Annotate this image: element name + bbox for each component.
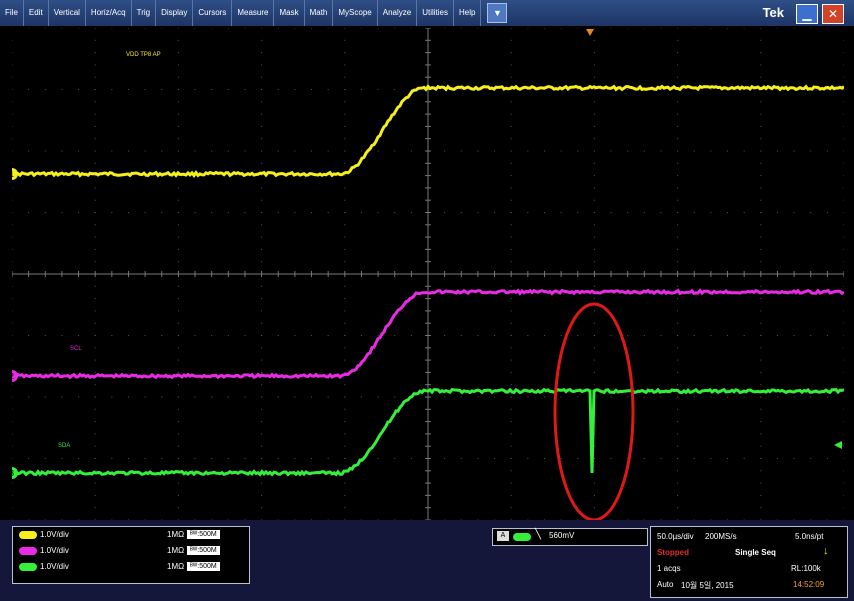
chevron-down-icon[interactable]: ▼ [487, 3, 508, 23]
ch1-impedance: 1MΩ [167, 530, 185, 539]
ch1-badge [19, 530, 37, 539]
channel-row-c3[interactable]: 1.0V/div 1MΩ ᴮᵂ:500M [19, 562, 220, 574]
trigger-source-badge [513, 533, 531, 541]
trace-ch1 [12, 84, 844, 179]
ch1-bandwidth: ᴮᵂ:500M [187, 530, 220, 539]
ch1-scale: 1.0V/div [40, 530, 69, 539]
menu-edit[interactable]: Edit [24, 0, 49, 26]
trigger-icon: A [497, 531, 509, 541]
channel-row-c2[interactable]: 1.0V/div 1MΩ ᴮᵂ:500M [19, 546, 220, 558]
status-bar: 1.0V/div 1MΩ ᴮᵂ:500M 1.0V/div 1MΩ ᴮᵂ:500… [0, 520, 854, 601]
trigger-position-marker [586, 29, 594, 36]
menu-analyze[interactable]: Analyze [378, 0, 418, 26]
menu-horiz-acq[interactable]: Horiz/Acq [86, 0, 132, 26]
menu-measure[interactable]: Measure [232, 0, 275, 26]
channel-row-c1[interactable]: 1.0V/div 1MΩ ᴮᵂ:500M [19, 530, 220, 542]
channel-readout-panel[interactable]: 1.0V/div 1MΩ ᴮᵂ:500M 1.0V/div 1MΩ ᴮᵂ:500… [12, 526, 250, 584]
menu-cursors[interactable]: Cursors [193, 0, 233, 26]
trigger-level: 560mV [549, 531, 575, 540]
trace-ch2 [12, 288, 844, 380]
horizontal-scale: 50.0µs/div [657, 532, 694, 541]
acquisition-count: 1 acqs [657, 564, 681, 573]
trigger-slope-icon: ╲ [535, 529, 542, 540]
acquisition-date: 10월 5일, 2015 [681, 581, 734, 590]
ch2-bandwidth: ᴮᵂ:500M [187, 546, 220, 555]
horizontal-acquisition-panel[interactable]: 50.0µs/div 200MS/s 5.0ns/pt Stopped Sing… [650, 526, 848, 598]
menu-math[interactable]: Math [305, 0, 334, 26]
waveform-display[interactable]: 1 2 3 VDD TP8 AP SCL SDA [12, 28, 844, 520]
menu-bar: File Edit Vertical Horiz/Acq Trig Displa… [0, 0, 854, 26]
menu-help[interactable]: Help [454, 0, 482, 26]
trigger-readout-panel[interactable]: A ╲ 560mV [492, 528, 648, 546]
channel-markers: 1 2 3 [12, 168, 18, 479]
trace-ch3 [12, 387, 844, 477]
ch3-impedance: 1MΩ [167, 562, 185, 571]
ch3-scale: 1.0V/div [40, 562, 69, 571]
ch3-bandwidth: ᴮᵂ:500M [187, 562, 220, 571]
waveform-traces: 1 2 3 [12, 29, 844, 520]
trigger-arrow-icon: ↓ [823, 545, 829, 557]
minimize-button[interactable]: ▁ [796, 4, 818, 24]
acquisition-state: Stopped [657, 548, 689, 557]
record-length: RL:100k [791, 564, 821, 573]
menu-mask[interactable]: Mask [274, 0, 305, 26]
menu-file[interactable]: File [0, 0, 24, 26]
trigger-mode: Auto [657, 580, 674, 589]
brand-logo: Tek [762, 5, 784, 20]
menu-myscope[interactable]: MyScope [333, 0, 378, 26]
trace-label-ch2: SCL [70, 346, 82, 352]
ch2-badge [19, 546, 37, 555]
menu-utilities[interactable]: Utilities [417, 0, 454, 26]
acquisition-time: 14:52:09 [793, 580, 825, 589]
sample-rate: 200MS/s [705, 532, 737, 541]
menu-trig[interactable]: Trig [132, 0, 157, 26]
trace-label-ch3: SDA [58, 443, 71, 449]
menu-display[interactable]: Display [156, 0, 194, 26]
trigger-level-marker [834, 441, 842, 449]
trace-label-ch1: VDD TP8 AP [126, 52, 161, 58]
ch3-badge [19, 562, 37, 571]
resolution: 5.0ns/pt [795, 532, 824, 541]
ch2-impedance: 1MΩ [167, 546, 185, 555]
acquisition-mode[interactable]: Single Seq [735, 548, 776, 557]
close-button[interactable]: ✕ [822, 4, 844, 24]
menu-vertical[interactable]: Vertical [49, 0, 86, 26]
ch2-scale: 1.0V/div [40, 546, 69, 555]
